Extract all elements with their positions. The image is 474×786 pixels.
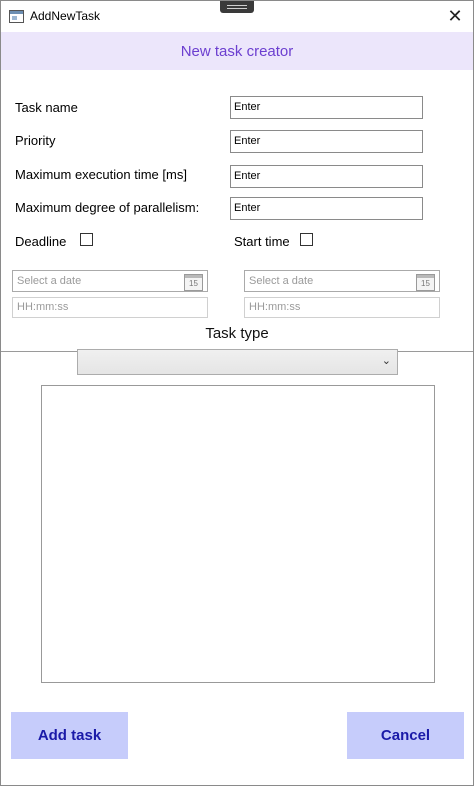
start-time-placeholder: HH:mm:ss <box>249 301 301 313</box>
deadline-time-placeholder: HH:mm:ss <box>17 301 69 313</box>
close-icon[interactable]: ✕ <box>441 5 469 27</box>
max-exec-time-label: Maximum execution time [ms] <box>15 167 187 182</box>
start-time-checkbox[interactable] <box>300 233 313 246</box>
max-parallelism-input[interactable] <box>230 197 423 220</box>
header-title: New task creator <box>180 42 294 60</box>
deadline-label: Deadline <box>15 234 67 249</box>
deadline-checkbox[interactable] <box>80 233 93 246</box>
deadline-date-picker[interactable]: Select a date 15 <box>12 270 208 292</box>
add-task-button[interactable]: Add task <box>11 712 128 759</box>
title-bar[interactable]: AddNewTask ✕ <box>1 1 473 31</box>
deadline-time-input[interactable]: HH:mm:ss <box>12 297 208 318</box>
priority-input[interactable] <box>230 130 423 153</box>
start-date-picker[interactable]: Select a date 15 <box>244 270 440 292</box>
chevron-down-icon: ⌄ <box>381 355 391 367</box>
calendar-icon[interactable]: 15 <box>184 274 203 291</box>
priority-label: Priority <box>15 133 56 148</box>
task-type-dropdown[interactable]: ⌄ <box>77 349 398 375</box>
calendar-day: 15 <box>421 279 430 288</box>
cancel-button[interactable]: Cancel <box>347 712 464 759</box>
calendar-icon[interactable]: 15 <box>416 274 435 291</box>
calendar-day: 15 <box>189 279 198 288</box>
drag-handle[interactable] <box>220 1 254 13</box>
deadline-date-placeholder: Select a date <box>17 275 82 287</box>
app-window-icon <box>9 10 24 23</box>
header-banner: New task creator <box>1 32 473 70</box>
max-exec-time-input[interactable] <box>230 165 423 188</box>
max-parallelism-label: Maximum degree of parallelism: <box>15 200 200 215</box>
start-time-input[interactable]: HH:mm:ss <box>244 297 440 318</box>
add-new-task-window: AddNewTask ✕ New task creator Task name … <box>0 0 474 786</box>
task-type-content-panel <box>41 385 435 683</box>
window-title: AddNewTask <box>30 9 101 23</box>
task-name-input[interactable] <box>230 96 423 119</box>
task-type-label: Task type <box>205 325 269 342</box>
start-date-placeholder: Select a date <box>249 275 314 287</box>
task-name-label: Task name <box>15 100 78 115</box>
start-time-label: Start time <box>234 234 290 249</box>
